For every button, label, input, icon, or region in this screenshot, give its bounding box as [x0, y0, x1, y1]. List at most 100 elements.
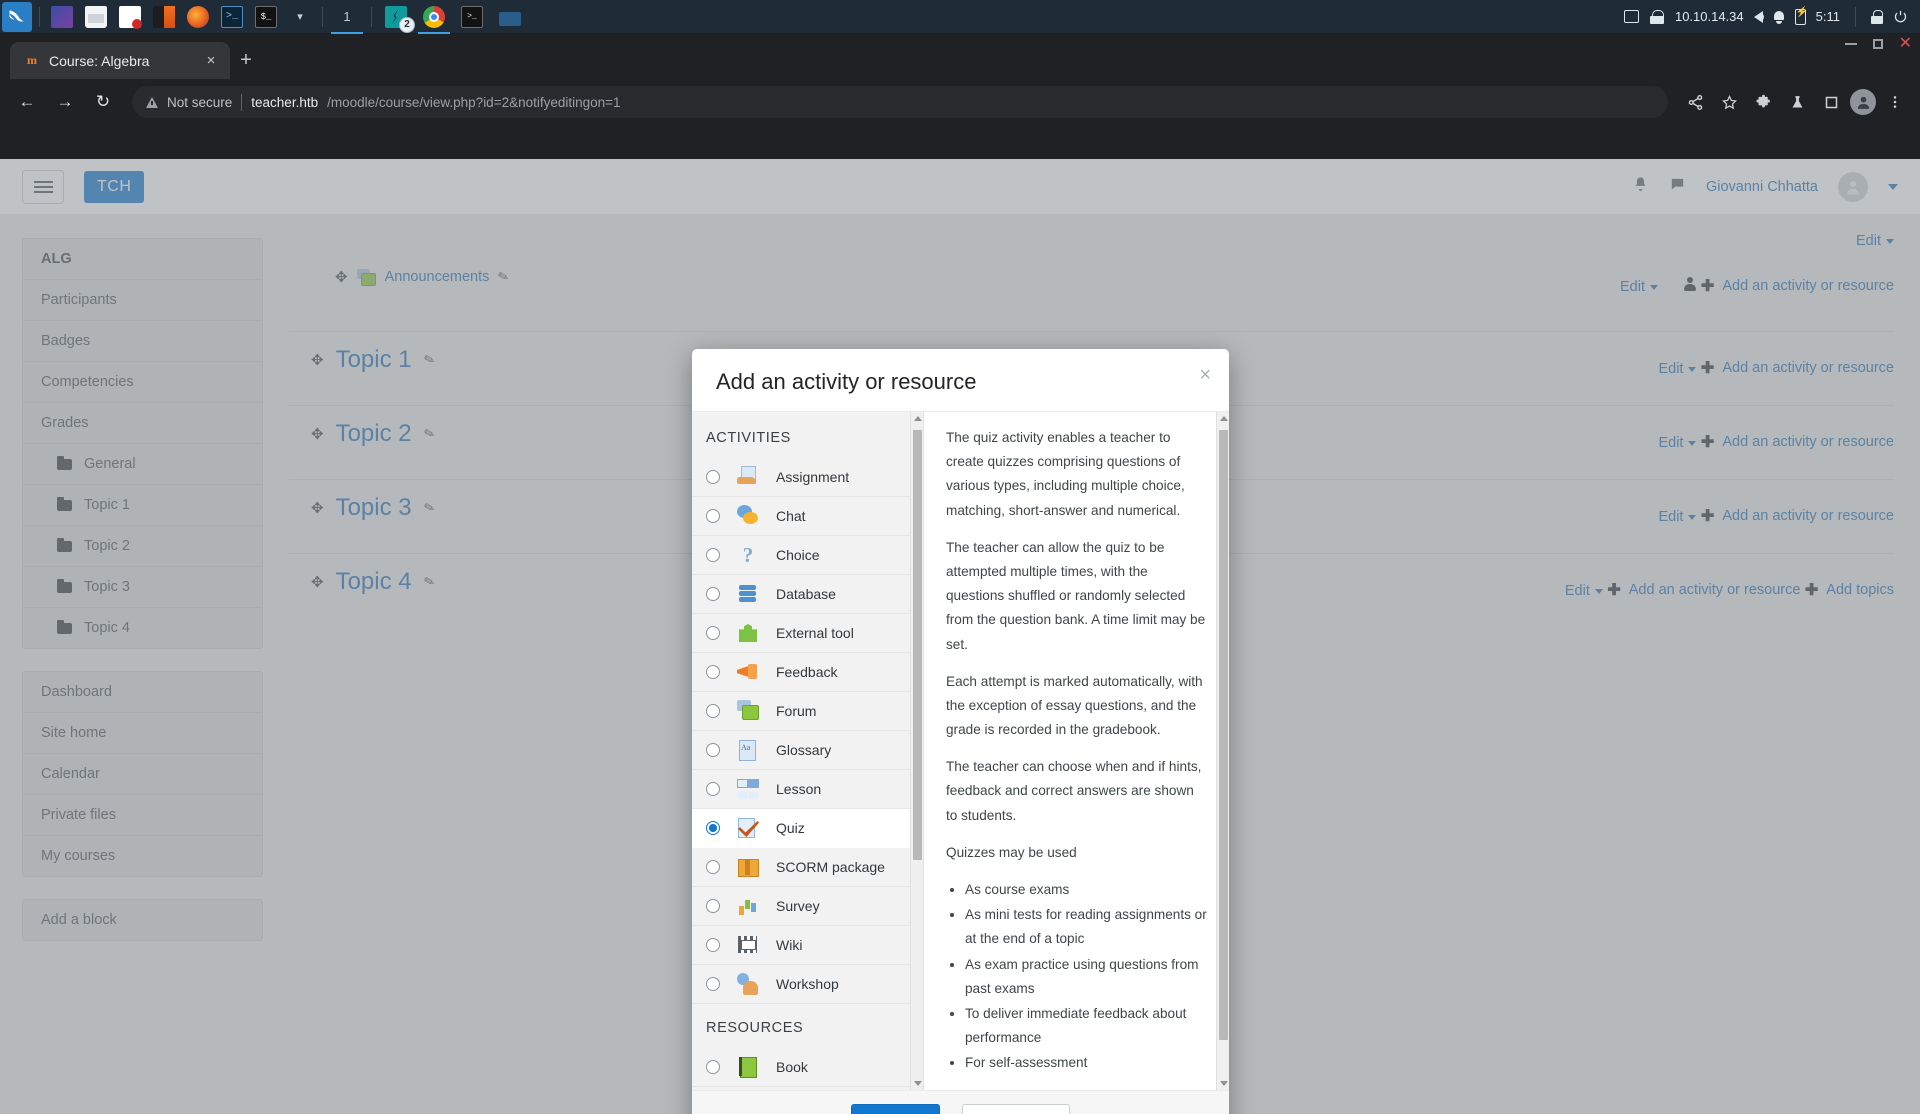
radio-button[interactable] [706, 704, 720, 718]
lock-icon[interactable] [1871, 10, 1883, 24]
option-wiki[interactable]: Wiki [692, 926, 923, 965]
option-label: Quiz [776, 820, 805, 836]
radio-button[interactable] [706, 587, 720, 601]
chat-icon [737, 505, 759, 527]
radio-button[interactable] [706, 938, 720, 952]
list-item: For self-assessment [965, 1051, 1207, 1075]
option-feedback[interactable]: Feedback [692, 653, 923, 692]
radio-button[interactable] [706, 1060, 720, 1074]
radio-button[interactable] [706, 977, 720, 991]
divider [241, 94, 242, 111]
option-book[interactable]: Book [692, 1048, 923, 1087]
option-survey[interactable]: Survey [692, 887, 923, 926]
folder-icon[interactable] [79, 0, 113, 34]
back-button[interactable]: ← [10, 85, 44, 119]
option-external-tool[interactable]: External tool [692, 614, 923, 653]
forward-button[interactable]: → [48, 85, 82, 119]
chevron-down-icon[interactable]: ▾ [283, 0, 317, 34]
bell-icon[interactable] [1773, 10, 1785, 23]
option-quiz[interactable]: Quiz [692, 809, 923, 848]
radio-button[interactable] [706, 743, 720, 757]
radio-button[interactable] [706, 470, 720, 484]
option-assignment[interactable]: Assignment [692, 458, 923, 497]
scroll-down-icon[interactable] [1220, 1081, 1228, 1086]
description-paragraph: The teacher can choose when and if hints… [946, 755, 1207, 828]
radio-button[interactable] [706, 860, 720, 874]
address-bar[interactable]: Not secure teacher.htb /moodle/course/vi… [132, 86, 1668, 118]
activity-chooser-list[interactable]: ACTIVITIES Assignment Chat [692, 412, 924, 1090]
cancel-button[interactable]: Cancel [962, 1104, 1071, 1114]
close-window-button[interactable]: ✕ [1899, 39, 1912, 49]
option-database[interactable]: Database [692, 575, 923, 614]
bookmark-star-icon[interactable] [1714, 87, 1744, 117]
resources-heading: RESOURCES [692, 1004, 923, 1048]
taskbar-window-terminal[interactable]: >_ [453, 0, 491, 34]
scroll-up-icon[interactable] [914, 416, 922, 421]
radio-button-selected[interactable] [706, 821, 720, 835]
profile-avatar-icon[interactable] [1850, 89, 1876, 115]
maximize-button[interactable] [1873, 39, 1883, 49]
radio-button[interactable] [706, 548, 720, 562]
list-item: As mini tests for reading assignments or… [965, 903, 1207, 951]
radio-button[interactable] [706, 626, 720, 640]
add-button[interactable]: Add [851, 1104, 940, 1114]
document-icon[interactable] [113, 0, 147, 34]
new-tab-button[interactable]: + [230, 42, 262, 79]
battery-icon[interactable] [1795, 9, 1806, 25]
close-icon[interactable]: × [202, 52, 220, 69]
option-forum[interactable]: Forum [692, 692, 923, 731]
divider [39, 7, 40, 27]
chooser-list-scrollbar[interactable] [910, 412, 923, 1090]
radio-button[interactable] [706, 899, 720, 913]
option-label: Feedback [776, 664, 837, 680]
extensions-puzzle-icon[interactable] [1748, 87, 1778, 117]
option-glossary[interactable]: Glossary [692, 731, 923, 770]
chrome-menu-icon[interactable] [1880, 87, 1910, 117]
description-paragraph: The quiz activity enables a teacher to c… [946, 426, 1207, 523]
radio-button[interactable] [706, 782, 720, 796]
workspace-1-button[interactable]: 1 [328, 0, 366, 34]
reload-button[interactable]: ↻ [86, 85, 120, 119]
quiz-icon [737, 817, 759, 839]
clock-label[interactable]: 5:11 [1816, 9, 1840, 24]
scroll-down-icon[interactable] [914, 1081, 922, 1086]
option-scorm-package[interactable]: SCORM package [692, 848, 923, 887]
vpn-icon[interactable] [1649, 10, 1665, 24]
description-scrollbar[interactable] [1216, 412, 1229, 1090]
logout-icon[interactable] [1893, 9, 1908, 24]
radio-button[interactable] [706, 509, 720, 523]
firefox-icon[interactable] [181, 0, 215, 34]
scroll-up-icon[interactable] [1220, 416, 1228, 421]
files-grad-icon[interactable] [45, 0, 79, 34]
taskbar-window-file-manager[interactable] [491, 0, 529, 34]
option-label: SCORM package [776, 859, 885, 875]
option-chat[interactable]: Chat [692, 497, 923, 536]
system-taskbar: >_ $_ ▾ 1 2 >_ 10.10.14.34 5:11 [0, 0, 1920, 34]
taskbar-window-kali-app[interactable]: 2 [377, 0, 415, 34]
web-page: TCH Giovanni Chhatta ALG Pa [0, 159, 1920, 1114]
terminal-icon[interactable]: >_ [215, 0, 249, 34]
terminal-root-icon[interactable]: $_ [249, 0, 283, 34]
more-help-link[interactable]: More help [988, 1088, 1048, 1091]
scrollbar-thumb[interactable] [913, 430, 922, 860]
experiments-flask-icon[interactable] [1782, 87, 1812, 117]
browser-tabstrip: m Course: Algebra × + ✕ [0, 34, 1920, 79]
share-icon[interactable] [1680, 87, 1710, 117]
option-choice[interactable]: ? Choice [692, 536, 923, 575]
radio-button[interactable] [706, 665, 720, 679]
taskbar-window-chromium[interactable] [415, 0, 453, 34]
browser-tab-active[interactable]: m Course: Algebra × [10, 42, 230, 79]
scrollbar-thumb[interactable] [1219, 430, 1228, 1040]
window-controls: ✕ [1845, 39, 1912, 49]
close-icon[interactable]: × [1199, 365, 1211, 385]
feedback-icon [737, 661, 759, 683]
option-lesson[interactable]: Lesson [692, 770, 923, 809]
network-icon[interactable] [1624, 10, 1639, 23]
reading-list-icon[interactable] [1816, 87, 1846, 117]
minimize-button[interactable] [1845, 43, 1857, 45]
option-workshop[interactable]: Workshop [692, 965, 923, 1004]
volume-icon[interactable] [1754, 11, 1763, 23]
kali-menu-icon[interactable] [0, 0, 34, 34]
more-help-row: i More help [946, 1088, 1207, 1091]
burpsuite-icon[interactable] [147, 0, 181, 34]
